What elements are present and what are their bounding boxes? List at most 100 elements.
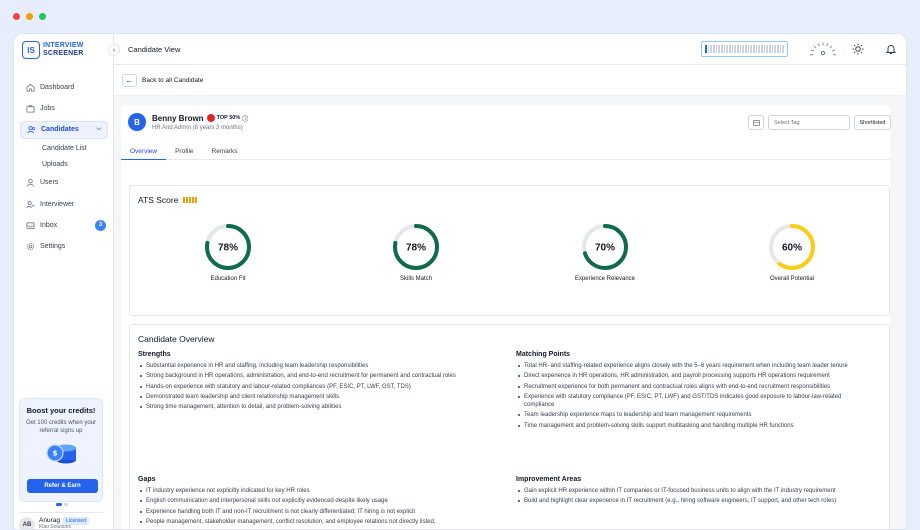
score-value: 78%	[406, 243, 426, 254]
top-percent-badge: TOP 50% ⓘ	[206, 114, 248, 123]
promo-pager[interactable]	[56, 503, 68, 506]
tab-overview[interactable]: Overview	[121, 145, 167, 160]
strengths-list: Substantial experience in HR and staffin…	[138, 362, 506, 411]
score-label: Education Fit	[210, 276, 246, 282]
sidebar-item-interviewer[interactable]: Interviewer	[20, 195, 108, 213]
list-item: Direct experience in HR operations, HR a…	[516, 372, 870, 380]
tag-icon-button[interactable]	[748, 115, 764, 130]
user-name: Anurag	[39, 517, 60, 524]
sidebar-subitem-candidate-list[interactable]: Candidate List	[20, 142, 108, 156]
gaps-section: Gaps IT industry experience not explicit…	[138, 476, 506, 528]
status-dropdown[interactable]: Shortlisted	[854, 115, 891, 130]
score-ring-overall-potential: 60% Overall Potential	[752, 221, 832, 282]
close-dot[interactable]	[13, 13, 20, 20]
sidebar-subitem-uploads[interactable]: Uploads	[20, 158, 108, 172]
score-label: Skills Match	[399, 276, 432, 282]
list-item: Substantial experience in HR and staffin…	[138, 362, 506, 370]
ats-score-card: ATS Score 78% Education Fit 78% Skills Mat…	[129, 185, 890, 316]
gauge-icon[interactable]	[807, 41, 839, 57]
list-item: Build and highlight clear experience in …	[516, 497, 870, 505]
logo-icon: IS	[22, 41, 40, 59]
score-value: 78%	[218, 243, 238, 254]
tag-icon	[752, 119, 760, 126]
promo-text: Get 100 credits when your referral signs…	[25, 420, 97, 434]
list-item: Team leadership experience maps to leade…	[516, 411, 870, 419]
sidebar-item-users[interactable]: Users	[20, 174, 108, 192]
candidate-name: Benny Brown	[152, 113, 204, 123]
sidebar: IS INTERVIEW SCREENER Dashboard Jobs Can…	[14, 34, 114, 529]
score-bars-icon	[183, 197, 198, 203]
collapse-sidebar-button[interactable]: ‹	[108, 44, 120, 56]
users-icon	[27, 126, 36, 134]
main-content: Candidate View ← Back to all Candidate B…	[114, 34, 906, 529]
refer-earn-button[interactable]: Refer & Earn	[27, 479, 98, 493]
improvement-list: Gain explicit HR experience within IT co…	[516, 487, 870, 506]
score-ring-education-fit: 78% Education Fit	[188, 221, 268, 282]
sidebar-item-inbox[interactable]: Inbox 3	[20, 216, 108, 234]
sidebar-item-settings[interactable]: Settings	[20, 238, 108, 256]
inbox-icon	[26, 222, 35, 230]
score-ring-svg: 60%	[769, 224, 815, 270]
matching-section: Matching Points Total HR- and staffing-r…	[516, 351, 870, 432]
svg-text:$: $	[53, 450, 58, 458]
logo[interactable]: IS INTERVIEW SCREENER	[14, 34, 113, 59]
user-profile[interactable]: AB Anurag Licensed Klao Solutions	[19, 512, 103, 529]
list-item: Strong background in HR operations, admi…	[138, 372, 506, 380]
user-icon	[26, 179, 35, 188]
sidebar-item-jobs[interactable]: Jobs	[20, 99, 108, 117]
score-label: Overall Potential	[769, 276, 815, 282]
progress-timeline[interactable]	[701, 41, 788, 57]
score-ring-experience-relevance: 70% Experience Relevance	[565, 221, 645, 282]
candidate-header: B Benny Brown TOP 50% ⓘ HR And Admin (8 y…	[128, 113, 248, 131]
sidebar-item-dashboard[interactable]: Dashboard	[20, 78, 108, 96]
list-item: Strong time management, attention to det…	[138, 403, 506, 411]
window-controls	[13, 13, 46, 20]
bell-icon[interactable]	[885, 43, 897, 55]
app-window: IS INTERVIEW SCREENER Dashboard Jobs Can…	[13, 33, 907, 530]
logo-line2: SCREENER	[43, 50, 84, 57]
avatar: AB	[19, 517, 35, 529]
referral-promo-card: Boost your credits! Get 100 credits when…	[19, 398, 103, 502]
candidate-avatar: B	[128, 113, 146, 131]
gaps-list: IT industry experience not explicitly in…	[138, 487, 506, 526]
info-icon[interactable]: ⓘ	[242, 114, 248, 123]
back-arrow-icon[interactable]: ←	[122, 73, 137, 87]
fire-icon	[206, 114, 215, 122]
list-item: People management, stakeholder managemen…	[138, 518, 506, 526]
tab-remarks[interactable]: Remarks	[203, 145, 247, 160]
score-ring-svg: 78%	[205, 224, 251, 270]
list-item: IT industry experience not explicitly in…	[138, 487, 506, 495]
inbox-count-badge: 3	[95, 219, 106, 231]
score-label: Experience Relevance	[574, 276, 636, 282]
matching-list: Total HR- and staffing-related experienc…	[516, 362, 870, 430]
chevron-left-icon: ‹	[112, 46, 116, 54]
gear-icon	[26, 243, 35, 251]
user-check-icon	[26, 200, 35, 208]
briefcase-icon	[26, 105, 35, 113]
maximize-dot[interactable]	[39, 13, 46, 20]
back-link[interactable]: Back to all Candidate	[142, 77, 203, 84]
promo-title: Boost your credits!	[26, 406, 96, 415]
select-tag-input[interactable]: Select Tag	[768, 115, 850, 130]
improvement-section: Improvement Areas Gain explicit HR exper…	[516, 476, 870, 508]
candidate-role: HR And Admin (8 years 3 months)	[152, 124, 243, 131]
gaps-title: Gaps	[138, 476, 156, 483]
score-ring-skills-match: 78% Skills Match	[376, 221, 456, 282]
back-row: ← Back to all Candidate	[114, 65, 906, 96]
sun-icon[interactable]	[852, 43, 864, 55]
chevron-down-icon: ⌵	[96, 126, 101, 133]
top-bar: Candidate View	[114, 34, 906, 65]
overview-title: Candidate Overview	[138, 334, 215, 344]
list-item: Experience with statutory compliance (PF…	[516, 393, 870, 409]
page-title: Candidate View	[128, 44, 181, 54]
logo-line1: INTERVIEW	[43, 42, 84, 49]
list-item: Experience handling both IT and non-IT r…	[138, 508, 506, 516]
list-item: Hands-on experience with statutory and l…	[138, 383, 506, 391]
minimize-dot[interactable]	[26, 13, 33, 20]
tab-profile[interactable]: Profile	[166, 145, 202, 160]
home-icon	[26, 83, 35, 92]
score-value: 70%	[595, 243, 615, 254]
list-item: Demonstrated team leadership and client …	[138, 393, 506, 401]
sidebar-item-candidates[interactable]: Candidates ⌵	[20, 120, 108, 139]
score-ring-svg: 78%	[393, 224, 439, 270]
